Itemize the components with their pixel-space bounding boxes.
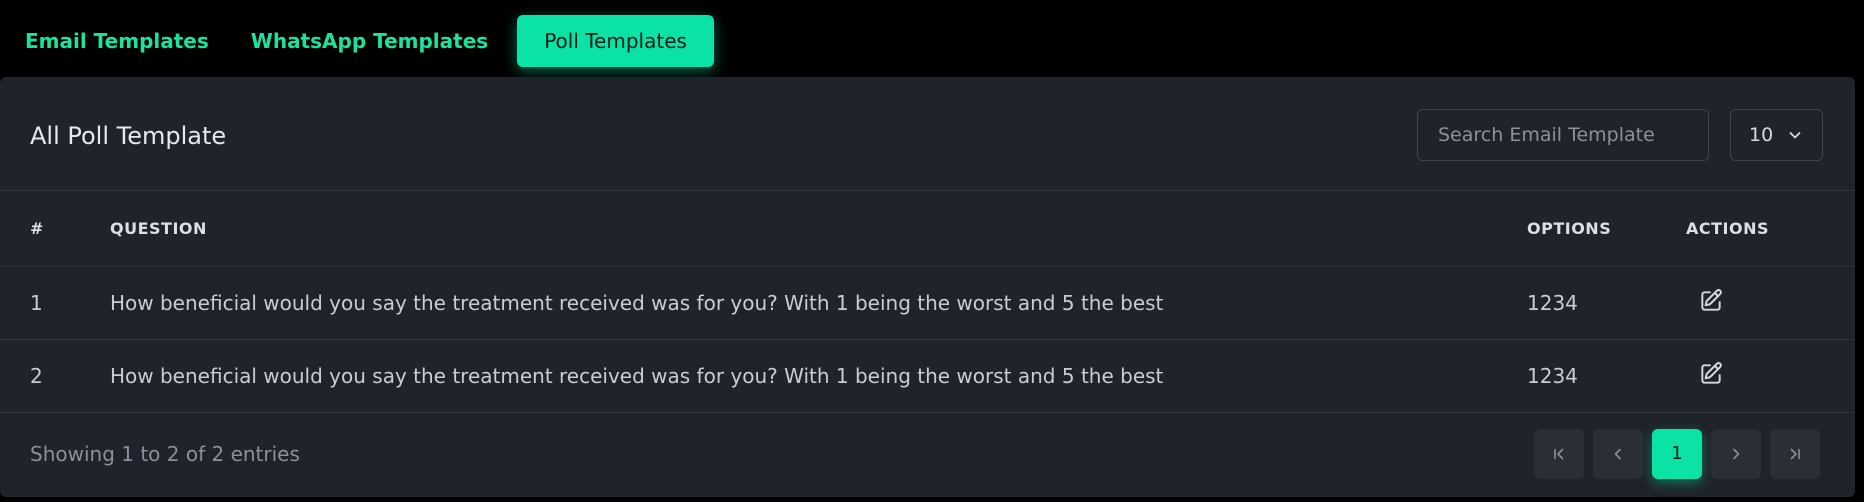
row-actions (1686, 266, 1855, 340)
page-size-select[interactable]: 10 (1730, 108, 1823, 161)
tab-poll-templates[interactable]: Poll Templates (517, 15, 714, 67)
last-page-button[interactable] (1770, 428, 1820, 479)
row-options: 1234 (1527, 339, 1686, 413)
row-actions (1686, 339, 1855, 413)
tab-whatsapp-templates[interactable]: WhatsApp Templates (238, 15, 501, 67)
first-page-icon (1554, 448, 1564, 459)
column-header-options: OPTIONS (1527, 191, 1686, 267)
pagination: 1 (1534, 428, 1820, 479)
card-header: All Poll Template 10 (0, 77, 1855, 191)
prev-page-button[interactable] (1593, 428, 1643, 479)
entries-info: Showing 1 to 2 of 2 entries (30, 441, 300, 466)
column-header-number: # (0, 191, 110, 267)
card-footer: Showing 1 to 2 of 2 entries 1 (0, 413, 1855, 495)
search-input[interactable] (1417, 108, 1709, 161)
next-page-button[interactable] (1711, 428, 1761, 479)
row-question: How beneficial would you say the treatme… (110, 266, 1527, 340)
row-number: 2 (0, 339, 110, 413)
tab-email-templates[interactable]: Email Templates (12, 15, 222, 67)
edit-icon (1701, 289, 1722, 311)
poll-templates-table: # QUESTION OPTIONS ACTIONS 1 How benefic… (0, 191, 1855, 413)
first-page-button[interactable] (1534, 428, 1584, 479)
column-header-actions: ACTIONS (1686, 191, 1855, 267)
row-options: 1234 (1527, 266, 1686, 340)
template-tabs: Email Templates WhatsApp Templates Poll … (0, 0, 730, 76)
chevron-down-icon (1789, 131, 1801, 138)
table-row: 1 How beneficial would you say the treat… (0, 266, 1855, 340)
header-controls: 10 (1417, 108, 1823, 161)
page-button-current[interactable]: 1 (1652, 428, 1702, 479)
page-title: All Poll Template (30, 121, 227, 150)
edit-icon (1701, 362, 1722, 384)
table-row: 2 How beneficial would you say the treat… (0, 339, 1855, 413)
edit-button[interactable] (1696, 286, 1726, 316)
last-page-icon (1790, 448, 1800, 459)
row-question: How beneficial would you say the treatme… (110, 339, 1527, 413)
table-header-row: # QUESTION OPTIONS ACTIONS (0, 191, 1855, 267)
page-size-value: 10 (1749, 123, 1774, 146)
poll-templates-card: All Poll Template 10 # QUESTION OPTIONS … (0, 77, 1855, 497)
chevron-left-icon (1614, 448, 1621, 459)
row-number: 1 (0, 266, 110, 340)
chevron-right-icon (1733, 448, 1740, 459)
edit-button[interactable] (1696, 359, 1726, 389)
column-header-question: QUESTION (110, 191, 1527, 267)
